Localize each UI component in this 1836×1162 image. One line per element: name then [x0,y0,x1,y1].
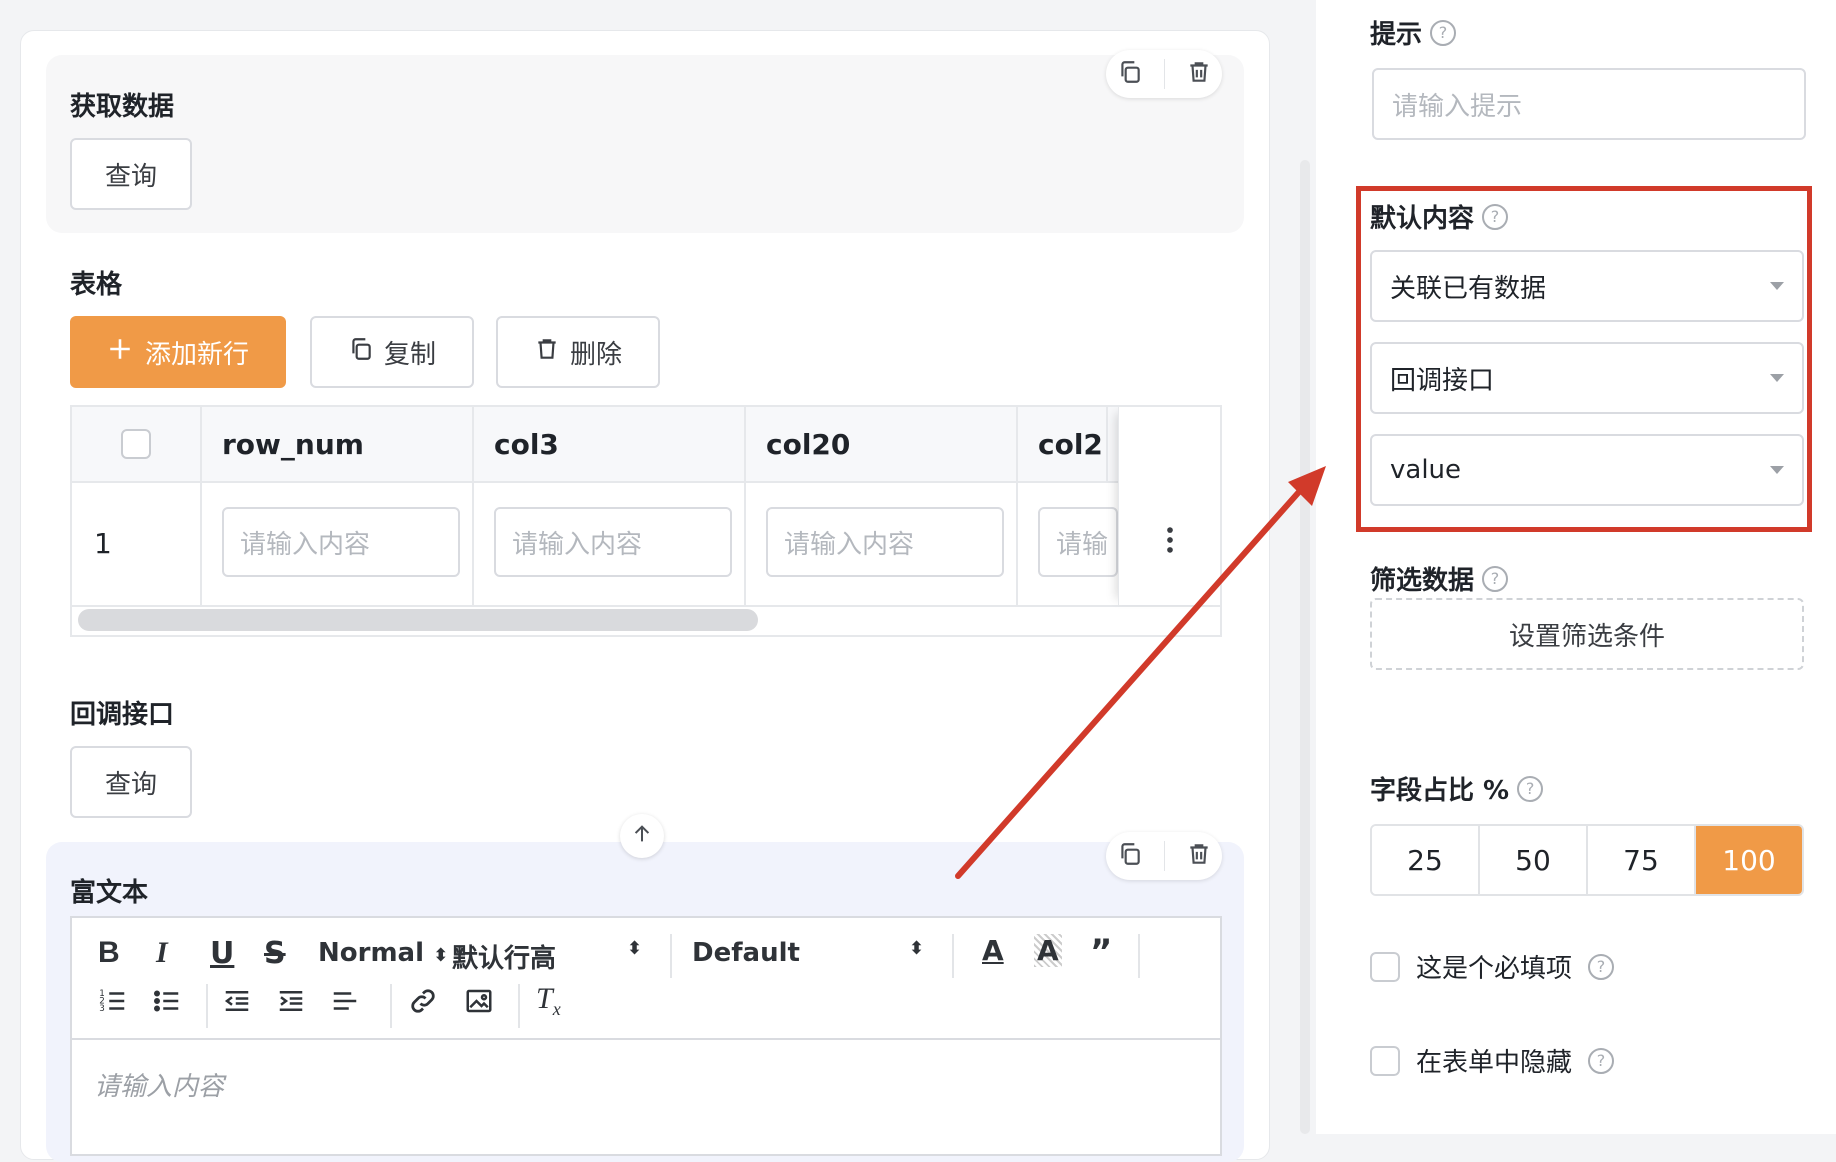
annotation-arrow [955,466,1326,879]
